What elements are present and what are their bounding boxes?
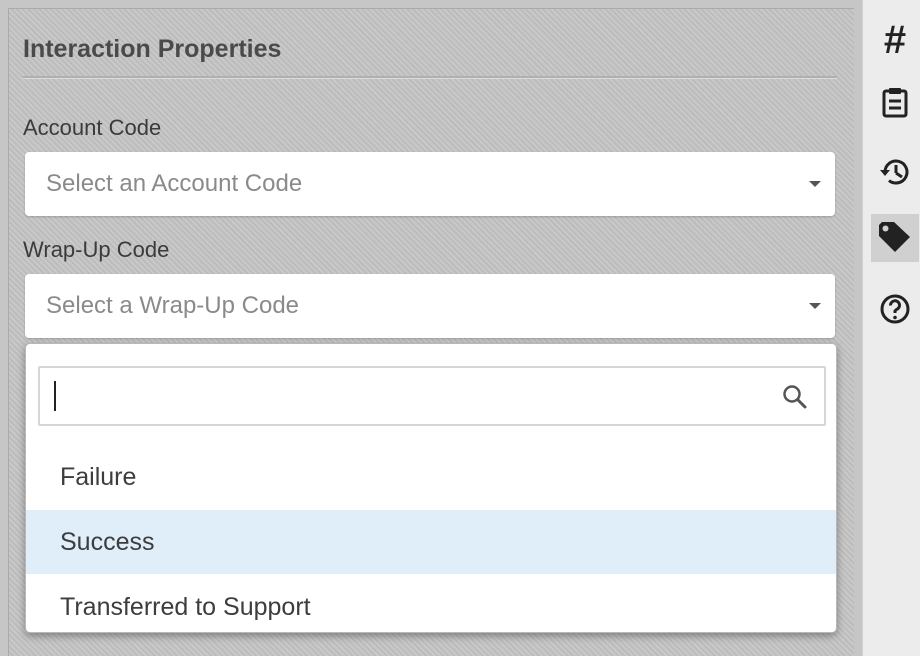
option-label: Failure — [60, 462, 137, 491]
right-toolbar: # — [862, 0, 920, 656]
wrapup-code-select[interactable]: Select a Wrap-Up Code — [25, 274, 835, 338]
wrapup-code-label: Wrap-Up Code — [23, 237, 170, 262]
option-label: Success — [60, 527, 155, 556]
clipboard-icon[interactable] — [871, 78, 919, 126]
app-frame: Interaction Properties Account Code Sele… — [0, 0, 920, 656]
option-label: Transferred to Support — [60, 592, 311, 621]
account-code-placeholder: Select an Account Code — [46, 170, 303, 197]
account-code-select[interactable]: Select an Account Code — [25, 152, 835, 216]
chevron-down-icon — [809, 303, 821, 309]
hash-icon[interactable]: # — [871, 16, 919, 64]
account-code-label: Account Code — [23, 115, 162, 140]
panel-title: Interaction Properties — [23, 35, 282, 63]
tag-icon[interactable] — [871, 214, 919, 262]
chevron-down-icon — [809, 181, 821, 187]
interaction-properties-panel: Interaction Properties Account Code Sele… — [8, 8, 854, 656]
search-icon — [783, 385, 807, 409]
dropdown-option-transferred-to-support[interactable]: Transferred to Support — [26, 575, 836, 639]
wrapup-code-placeholder: Select a Wrap-Up Code — [46, 292, 300, 319]
help-icon[interactable] — [871, 285, 919, 333]
dropdown-option-failure[interactable]: Failure — [26, 445, 836, 509]
dropdown-search-input[interactable] — [38, 366, 826, 426]
dropdown-option-success[interactable]: Success — [26, 510, 836, 574]
wrapup-code-dropdown: Failure Success Transferred to Support — [25, 343, 837, 633]
title-divider — [23, 76, 837, 79]
text-cursor — [54, 381, 56, 411]
history-icon[interactable] — [871, 148, 919, 196]
